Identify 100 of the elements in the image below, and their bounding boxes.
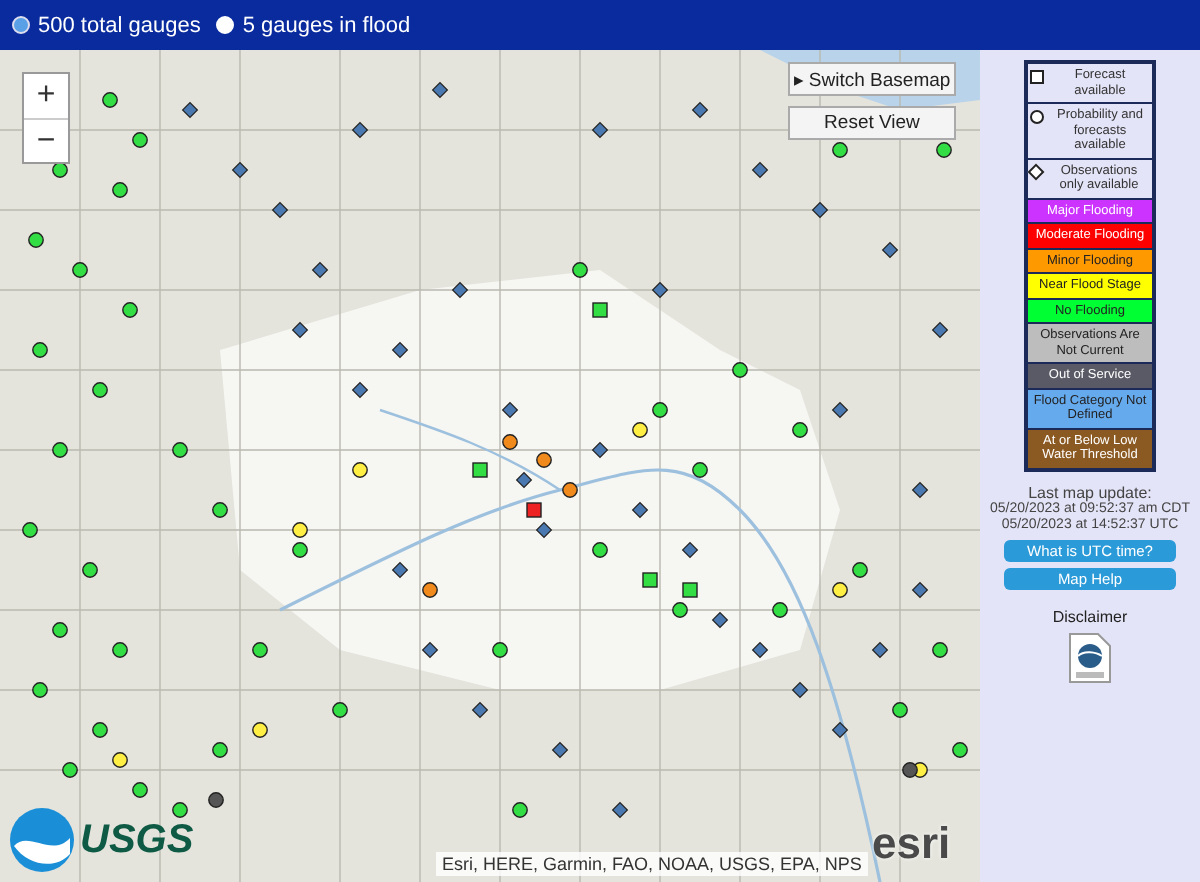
gauge-marker[interactable]: [391, 561, 409, 579]
gauge-marker[interactable]: [82, 562, 98, 578]
gauge-marker[interactable]: [682, 582, 698, 598]
gauge-marker[interactable]: [28, 232, 44, 248]
gauge-marker[interactable]: [562, 482, 578, 498]
gauge-marker[interactable]: [212, 502, 228, 518]
gauge-marker[interactable]: [231, 161, 249, 179]
gauge-marker[interactable]: [931, 321, 949, 339]
gauge-marker[interactable]: [536, 452, 552, 468]
gauge-marker[interactable]: [102, 92, 118, 108]
gauge-marker[interactable]: [291, 321, 309, 339]
gauge-marker[interactable]: [501, 401, 519, 419]
gauge-marker[interactable]: [932, 642, 948, 658]
gauge-marker[interactable]: [352, 462, 368, 478]
gauge-marker[interactable]: [831, 401, 849, 419]
disclaimer-link[interactable]: Disclaimer: [1052, 607, 1128, 625]
gauge-marker[interactable]: [132, 132, 148, 148]
gauge-marker[interactable]: [591, 121, 609, 139]
gauge-marker[interactable]: [421, 641, 439, 659]
gauge-marker[interactable]: [892, 702, 908, 718]
gauge-marker[interactable]: [711, 611, 729, 629]
gauge-marker[interactable]: [852, 562, 868, 578]
gauge-marker[interactable]: [572, 262, 588, 278]
gauge-marker[interactable]: [772, 602, 788, 618]
gauge-marker[interactable]: [62, 762, 78, 778]
reset-view-button[interactable]: Reset View: [788, 106, 956, 140]
gauge-marker[interactable]: [52, 162, 68, 178]
gauge-marker[interactable]: [72, 262, 88, 278]
gauge-marker[interactable]: [592, 302, 608, 318]
radio-icon[interactable]: [12, 16, 30, 34]
gauge-marker[interactable]: [172, 802, 188, 818]
gauge-marker[interactable]: [871, 641, 889, 659]
gauge-marker[interactable]: [332, 702, 348, 718]
gauge-marker[interactable]: [911, 481, 929, 499]
gauge-marker[interactable]: [631, 501, 649, 519]
gauge-marker[interactable]: [911, 581, 929, 599]
kml-file-icon[interactable]: [1068, 631, 1112, 683]
gauge-marker[interactable]: [492, 642, 508, 658]
gauge-marker[interactable]: [391, 341, 409, 359]
gauge-marker[interactable]: [472, 462, 488, 478]
gauge-marker[interactable]: [22, 522, 38, 538]
gauge-marker[interactable]: [831, 721, 849, 739]
gauge-marker[interactable]: [512, 802, 528, 818]
gauge-marker[interactable]: [551, 741, 569, 759]
gauge-marker[interactable]: [92, 722, 108, 738]
gauge-marker[interactable]: [112, 182, 128, 198]
gauge-marker[interactable]: [642, 572, 658, 588]
gauge-marker[interactable]: [132, 782, 148, 798]
gauge-marker[interactable]: [672, 602, 688, 618]
gauge-marker[interactable]: [902, 762, 918, 778]
gauge-marker[interactable]: [271, 201, 289, 219]
gauge-marker[interactable]: [122, 302, 138, 318]
gauge-marker[interactable]: [208, 792, 224, 808]
gauge-marker[interactable]: [732, 362, 748, 378]
gauge-marker[interactable]: [351, 121, 369, 139]
gauge-marker[interactable]: [651, 281, 669, 299]
gauge-marker[interactable]: [252, 642, 268, 658]
gauge-marker[interactable]: [252, 722, 268, 738]
gauge-marker[interactable]: [652, 402, 668, 418]
gauge-marker[interactable]: [92, 382, 108, 398]
switch-basemap-button[interactable]: ▸ Switch Basemap: [788, 62, 956, 96]
gauge-marker[interactable]: [681, 541, 699, 559]
gauge-marker[interactable]: [181, 101, 199, 119]
gauge-marker[interactable]: [32, 682, 48, 698]
gauge-marker[interactable]: [692, 462, 708, 478]
gauge-marker[interactable]: [592, 542, 608, 558]
gauge-marker[interactable]: [535, 521, 553, 539]
gauge-marker[interactable]: [292, 542, 308, 558]
gauge-marker[interactable]: [526, 502, 542, 518]
gauge-marker[interactable]: [792, 422, 808, 438]
gauge-marker[interactable]: [751, 641, 769, 659]
gauge-marker[interactable]: [351, 381, 369, 399]
update-title: Last map update:: [1028, 485, 1152, 501]
gauge-marker[interactable]: [751, 161, 769, 179]
gauge-marker[interactable]: [632, 422, 648, 438]
gauge-marker[interactable]: [212, 742, 228, 758]
gauge-marker[interactable]: [502, 434, 518, 450]
gauge-marker[interactable]: [431, 81, 449, 99]
gauge-marker[interactable]: [591, 441, 609, 459]
gauge-marker[interactable]: [936, 142, 952, 158]
gauge-marker[interactable]: [881, 241, 899, 259]
gauge-marker[interactable]: [611, 801, 629, 819]
gauge-marker[interactable]: [515, 471, 533, 489]
gauge-marker[interactable]: [832, 582, 848, 598]
gauge-marker[interactable]: [112, 752, 128, 768]
gauge-marker[interactable]: [32, 342, 48, 358]
gauge-marker[interactable]: [811, 201, 829, 219]
gauge-marker[interactable]: [451, 281, 469, 299]
gauge-marker[interactable]: [832, 142, 848, 158]
gauge-marker[interactable]: [471, 701, 489, 719]
gauge-marker[interactable]: [422, 582, 438, 598]
gauge-marker[interactable]: [791, 681, 809, 699]
gauge-marker[interactable]: [952, 742, 968, 758]
gauge-marker[interactable]: [311, 261, 329, 279]
gauge-marker[interactable]: [52, 622, 68, 638]
gauge-marker[interactable]: [52, 442, 68, 458]
gauge-marker[interactable]: [112, 642, 128, 658]
gauge-marker[interactable]: [292, 522, 308, 538]
gauge-marker[interactable]: [691, 101, 709, 119]
gauge-marker[interactable]: [172, 442, 188, 458]
